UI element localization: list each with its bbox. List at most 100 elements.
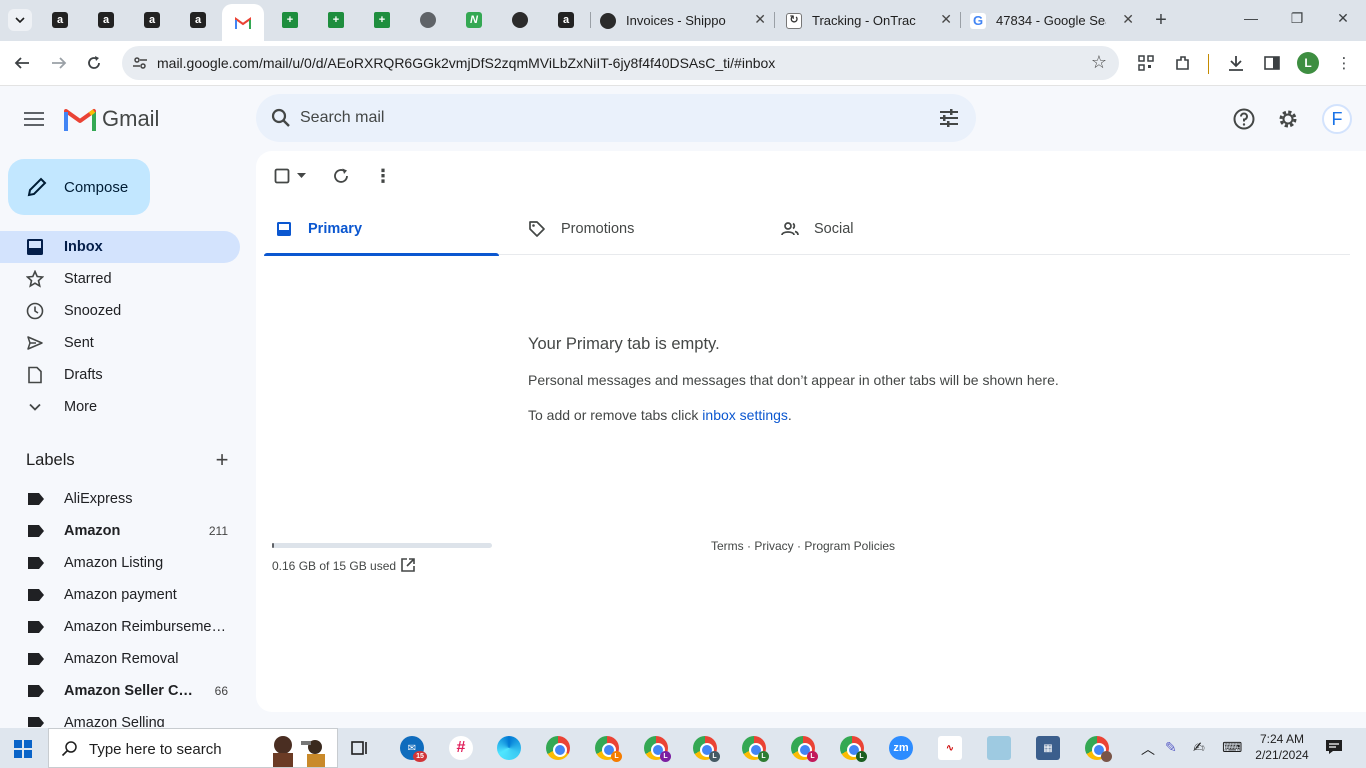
chrome-profile-icon[interactable]: L (742, 736, 769, 762)
chrome-profile-icon[interactable]: L (791, 736, 818, 762)
pinned-tab-sheets[interactable]: + (323, 8, 349, 32)
nav-item-more[interactable]: More (0, 391, 240, 423)
caret-down-icon[interactable] (297, 173, 306, 179)
task-view-icon[interactable] (350, 738, 370, 763)
nav-item-drafts[interactable]: Drafts (0, 359, 240, 391)
slack-icon[interactable]: # (449, 736, 473, 760)
search-icon[interactable] (270, 107, 292, 129)
footer-links[interactable]: Terms · Privacy · Program Policies (711, 539, 895, 553)
more-vert-icon[interactable]: ⋮ (1334, 53, 1354, 73)
back-button[interactable] (11, 52, 33, 74)
keyboard-icon[interactable]: ⌨ (1222, 739, 1242, 756)
label-item[interactable]: Amazon payment (0, 579, 240, 611)
tab-ontrac[interactable]: ↻ Tracking - OnTrac ✕ (786, 8, 958, 33)
chrome-profile-icon[interactable]: L (595, 736, 622, 762)
people-icon (781, 222, 799, 236)
minimize-button[interactable]: — (1241, 10, 1261, 26)
calculator-icon[interactable]: ▦ (1036, 736, 1060, 760)
pinned-tab-gmail-active[interactable] (222, 4, 264, 41)
pinned-tab-amazon[interactable]: a (139, 8, 165, 32)
mail-app-icon[interactable]: ✉ 15 (400, 736, 427, 762)
close-window-button[interactable]: ✕ (1333, 10, 1353, 27)
taskbar-search-box[interactable]: Type here to search (48, 728, 338, 768)
edge-icon[interactable] (497, 736, 521, 760)
profile-badge: L (758, 751, 769, 762)
search-input[interactable] (300, 106, 900, 130)
pinned-tab-green[interactable]: N (461, 8, 487, 32)
pinned-tab-amazon[interactable]: a (93, 8, 119, 32)
label-item[interactable]: Amazon Seller Ce... 66 (0, 675, 240, 707)
new-tab-button[interactable]: + (1150, 9, 1172, 31)
tab-shippo[interactable]: Invoices - Shippo ✕ (600, 8, 772, 33)
tab-search-button[interactable] (8, 9, 32, 31)
add-label-button[interactable]: + (212, 449, 232, 471)
open-external-icon[interactable] (400, 557, 416, 573)
label-item[interactable]: Amazon Listing (0, 547, 240, 579)
restore-button[interactable]: ❐ (1287, 10, 1307, 27)
chart-app-icon[interactable]: ∿ (938, 736, 962, 760)
pinned-tab-shippo[interactable] (507, 8, 533, 32)
tab-promotions[interactable]: Promotions (517, 207, 752, 255)
pen-icon[interactable]: ✎ (1165, 739, 1177, 756)
close-icon[interactable]: ✕ (940, 11, 952, 28)
chrome-profile-icon[interactable]: L (840, 736, 867, 762)
forward-button[interactable] (48, 52, 70, 74)
tab-social[interactable]: Social (770, 207, 1005, 255)
settings-gear-icon[interactable] (1276, 107, 1300, 131)
system-clock[interactable]: 7:24 AM 2/21/2024 (1254, 731, 1310, 763)
label-item[interactable]: Amazon Reimbursemen... (0, 611, 240, 643)
label-item[interactable]: Amazon 211 (0, 515, 240, 547)
reload-button[interactable] (83, 52, 105, 74)
nav-item-inbox[interactable]: Inbox (0, 231, 240, 263)
extensions-icon[interactable] (1173, 53, 1193, 73)
qr-code-icon[interactable] (1136, 53, 1156, 73)
notification-center-icon[interactable] (1325, 739, 1343, 758)
label-item[interactable]: Amazon Selling (0, 707, 240, 727)
tab-google-search[interactable]: G 47834 - Google Search ✕ (970, 8, 1140, 33)
search-bar[interactable] (256, 94, 976, 142)
nav-label: Drafts (64, 367, 103, 383)
side-panel-icon[interactable] (1262, 53, 1282, 73)
pinned-tab-amazon[interactable]: a (553, 8, 579, 32)
compose-button[interactable]: Compose (8, 159, 150, 215)
help-icon[interactable] (1232, 107, 1256, 131)
nav-label: Snoozed (64, 303, 122, 319)
download-icon[interactable] (1226, 53, 1246, 73)
chrome-profile-icon[interactable] (1085, 736, 1112, 762)
pen-workspace-icon[interactable]: ✍ (1193, 739, 1205, 756)
pinned-tab-globe[interactable] (415, 8, 441, 32)
main-menu-icon[interactable] (24, 108, 48, 128)
label-item[interactable]: Amazon Removal (0, 643, 240, 675)
settings-prefix: To add or remove tabs click (528, 407, 703, 423)
browser-profile-avatar[interactable]: L (1297, 52, 1319, 74)
pinned-tab-sheets[interactable]: + (277, 8, 303, 32)
pinned-tab-sheets[interactable]: + (369, 8, 395, 32)
more-options-icon[interactable]: ⋮ (374, 165, 392, 187)
chrome-profile-icon[interactable]: L (693, 736, 720, 762)
pinned-tab-amazon[interactable]: a (47, 8, 73, 32)
notepad-icon[interactable] (987, 736, 1011, 760)
nav-item-starred[interactable]: Starred (0, 263, 240, 295)
refresh-button[interactable] (332, 165, 350, 187)
nav-item-snoozed[interactable]: Snoozed (0, 295, 240, 327)
label-item[interactable]: AliExpress (0, 483, 240, 515)
select-all-checkbox[interactable] (274, 165, 306, 187)
gmail-logo[interactable]: Gmail (64, 106, 159, 132)
inbox-settings-link[interactable]: inbox settings (702, 407, 788, 423)
account-avatar[interactable]: F (1322, 104, 1352, 134)
nav-item-sent[interactable]: Sent (0, 327, 240, 359)
label-name: Amazon Seller Ce... (64, 683, 194, 699)
site-info-icon[interactable] (132, 55, 148, 71)
zoom-icon[interactable]: zm (889, 736, 913, 760)
bookmark-star-icon[interactable]: ☆ (1091, 52, 1107, 73)
search-options-icon[interactable] (938, 107, 960, 129)
chrome-icon[interactable] (546, 736, 570, 760)
close-icon[interactable]: ✕ (1122, 11, 1134, 28)
show-hidden-icons-button[interactable]: ︿ (1141, 739, 1155, 759)
address-bar[interactable]: mail.google.com/mail/u/0/d/AEoRXRQR6GGk2… (122, 46, 1119, 80)
windows-start-icon[interactable] (14, 740, 32, 758)
chrome-profile-icon[interactable]: L (644, 736, 671, 762)
close-icon[interactable]: ✕ (754, 11, 766, 28)
pinned-tab-amazon[interactable]: a (185, 8, 211, 32)
tab-primary[interactable]: Primary (264, 207, 499, 256)
